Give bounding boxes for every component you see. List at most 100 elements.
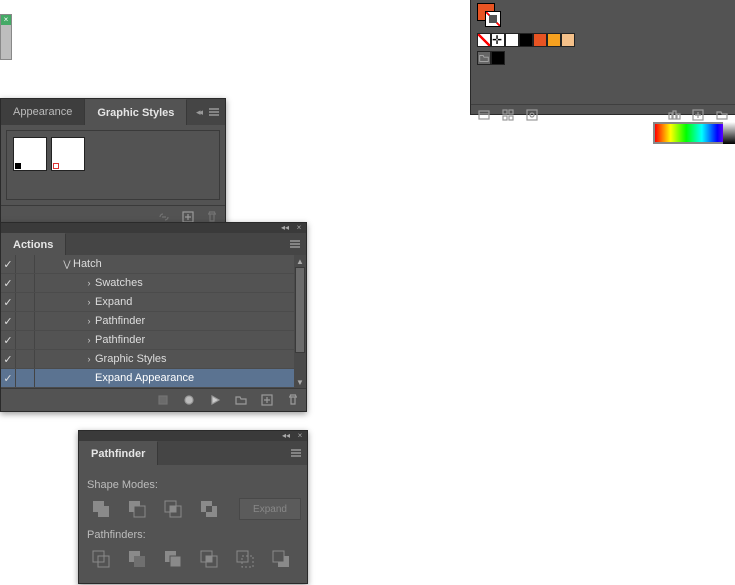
scrollbar[interactable]: ▲ ▼ <box>294 255 306 388</box>
disclosure-icon[interactable]: › <box>83 297 95 307</box>
swatch-row <box>477 33 729 47</box>
stroke-color[interactable] <box>485 11 501 27</box>
fill-stroke-indicator[interactable] <box>477 3 503 29</box>
color-spectrum[interactable] <box>653 122 735 144</box>
outline-icon[interactable] <box>233 547 257 571</box>
trim-icon[interactable] <box>125 547 149 571</box>
action-row[interactable]: ✓ ›Graphic Styles <box>1 350 306 369</box>
new-icon[interactable] <box>260 393 274 407</box>
color-group-icon[interactable] <box>667 108 681 122</box>
action-label: Expand Appearance <box>95 372 194 384</box>
trash-icon[interactable] <box>286 393 300 407</box>
checkmark-icon[interactable]: ✓ <box>1 315 15 328</box>
action-row[interactable]: ✓ ›Swatches <box>1 274 306 293</box>
unite-icon[interactable] <box>89 497 113 521</box>
action-label: Swatches <box>95 277 143 289</box>
scroll-down-icon[interactable]: ▼ <box>294 376 306 388</box>
panel-menu-icon[interactable] <box>289 446 303 460</box>
collapse-icon[interactable]: ◂◂ <box>280 224 290 232</box>
play-icon[interactable] <box>208 393 222 407</box>
shape-modes-label: Shape Modes: <box>87 479 301 491</box>
swatch-libraries-icon[interactable] <box>477 108 491 122</box>
action-row[interactable]: ✓ ›Pathfinder <box>1 312 306 331</box>
stop-icon <box>156 393 170 407</box>
action-row[interactable]: ✓›Pathfinder <box>1 331 306 350</box>
panel-titlebar: ◂◂ × <box>1 223 306 233</box>
panel-titlebar: ◂◂ × <box>79 431 307 441</box>
minus-back-icon[interactable] <box>269 547 293 571</box>
scrollbar-thumb[interactable] <box>295 267 305 353</box>
swatch[interactable] <box>561 33 575 47</box>
swatch[interactable] <box>547 33 561 47</box>
disclosure-icon[interactable]: ⋁ <box>61 259 73 270</box>
intersect-icon[interactable] <box>161 497 185 521</box>
styles-thumbnails <box>6 130 220 200</box>
expand-button: Expand <box>239 498 301 520</box>
record-icon[interactable] <box>182 393 196 407</box>
show-kinds-icon[interactable] <box>501 108 515 122</box>
checkmark-icon[interactable]: ✓ <box>1 372 15 385</box>
action-label: Expand <box>95 296 132 308</box>
action-label: Pathfinder <box>95 315 145 327</box>
tab-label: Pathfinder <box>91 448 145 460</box>
close-icon[interactable]: × <box>1 15 11 25</box>
pathfinders-label: Pathfinders: <box>87 529 301 541</box>
tab-graphic-styles[interactable]: Graphic Styles <box>85 99 187 125</box>
exclude-icon[interactable] <box>197 497 221 521</box>
checkmark-icon[interactable]: ✓ <box>1 353 15 366</box>
disclosure-icon[interactable]: › <box>83 354 95 364</box>
minus-front-icon[interactable] <box>125 497 149 521</box>
disclosure-icon[interactable]: › <box>83 316 95 326</box>
action-row[interactable]: ✓ Expand Appearance <box>1 369 306 388</box>
panel-menu-icon[interactable] <box>288 237 302 251</box>
collapse-icon[interactable]: ◂◂ <box>281 432 291 440</box>
action-label: Graphic Styles <box>95 353 167 365</box>
pathfinder-body: Shape Modes: Expand Pathfinders: <box>79 465 307 583</box>
new-swatch-icon[interactable] <box>691 108 705 122</box>
collapse-icon[interactable]: ◂◂ <box>196 107 201 118</box>
crop-icon[interactable] <box>197 547 221 571</box>
tab-bar: Actions <box>1 233 306 255</box>
action-label: Hatch <box>73 258 102 270</box>
tab-label: Graphic Styles <box>97 107 174 119</box>
merge-icon[interactable] <box>161 547 185 571</box>
tab-appearance[interactable]: Appearance <box>1 99 85 125</box>
new-folder-icon[interactable] <box>715 108 729 122</box>
tab-actions[interactable]: Actions <box>1 233 66 255</box>
disclosure-icon[interactable]: › <box>83 278 95 288</box>
graphic-styles-panel: Appearance Graphic Styles ◂◂ <box>0 98 226 229</box>
swatch[interactable] <box>491 33 505 47</box>
swatch-row <box>477 51 729 65</box>
actions-panel: ◂◂ × Actions ✓⋁Hatch✓›Swatches✓›Expand✓›… <box>0 222 307 412</box>
swatch[interactable] <box>477 33 491 47</box>
tab-bar: Pathfinder <box>79 441 307 465</box>
swatch[interactable] <box>533 33 547 47</box>
folder-icon[interactable] <box>477 51 491 65</box>
close-icon[interactable]: × <box>294 224 304 232</box>
action-row[interactable]: ✓ ⋁Hatch <box>1 255 306 274</box>
style-thumbnail[interactable] <box>51 137 85 171</box>
swatches-panel <box>470 0 735 115</box>
panel-footer <box>1 388 306 411</box>
checkmark-icon[interactable]: ✓ <box>1 277 15 290</box>
swatch[interactable] <box>505 33 519 47</box>
tab-label: Appearance <box>13 106 72 118</box>
tab-pathfinder[interactable]: Pathfinder <box>79 441 158 465</box>
checkmark-icon[interactable]: ✓ <box>1 334 15 347</box>
close-icon[interactable]: × <box>295 432 305 440</box>
swatch[interactable] <box>519 33 533 47</box>
panel-menu-icon[interactable] <box>207 105 221 119</box>
disclosure-icon[interactable]: › <box>83 335 95 345</box>
action-row[interactable]: ✓ ›Expand <box>1 293 306 312</box>
checkmark-icon[interactable]: ✓ <box>1 296 15 309</box>
folder-icon[interactable] <box>234 393 248 407</box>
pathfinder-panel: ◂◂ × Pathfinder Shape Modes: Expand Path… <box>78 430 308 584</box>
divide-icon[interactable] <box>89 547 113 571</box>
style-thumbnail[interactable] <box>13 137 47 171</box>
swatch-options-icon[interactable] <box>525 108 539 122</box>
expand-label: Expand <box>253 504 287 515</box>
scroll-up-icon[interactable]: ▲ <box>294 255 306 267</box>
swatch[interactable] <box>491 51 505 65</box>
checkmark-icon[interactable]: ✓ <box>1 258 15 271</box>
tab-bar: Appearance Graphic Styles ◂◂ <box>1 99 225 125</box>
